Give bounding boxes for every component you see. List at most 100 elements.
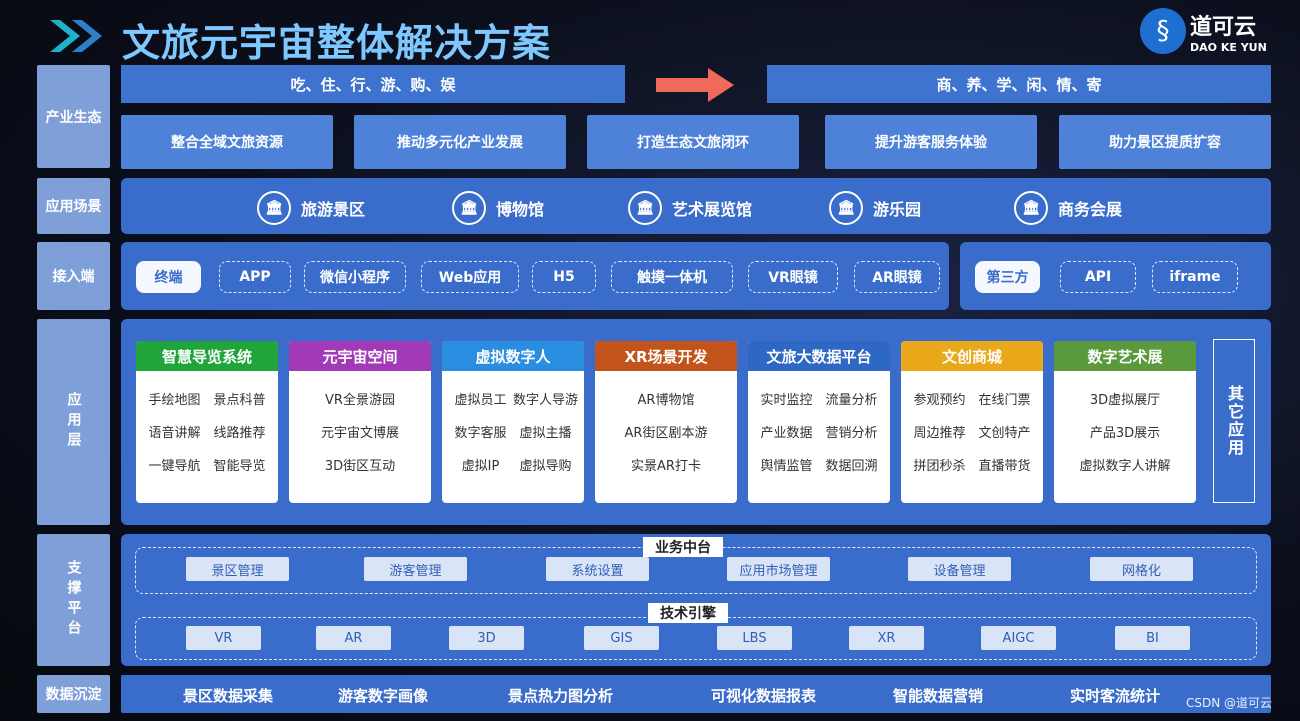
chevron-logo-icon [48, 18, 108, 58]
app-item: 3D街区互动 [324, 459, 396, 474]
app-item: 参观预约 [913, 393, 966, 408]
app-item: 数据回溯 [825, 459, 878, 474]
brand-swirl-icon: § [1140, 8, 1186, 54]
app-card-items: 虚拟员工 数字人导游 数字客服 虚拟主播 虚拟IP 虚拟导购 [442, 371, 584, 474]
app-item: 营销分析 [825, 426, 878, 441]
industry-left-bar: 吃、住、行、游、购、娱 [121, 65, 625, 103]
data-panel: 景区数据采集 游客数字画像 景点热力图分析 可视化数据报表 智能数据营销 实时客… [121, 675, 1271, 713]
data-item: 可视化数据报表 [711, 687, 817, 705]
terminal-chip: AR眼镜 [854, 261, 940, 293]
app-item: 直播带货 [978, 459, 1031, 474]
app-card-title: 虚拟数字人 [442, 341, 584, 371]
data-item: 智能数据营销 [893, 687, 984, 705]
scene-panel: 🏛 旅游景区 🏛 博物馆 🏛 艺术展览馆 🏛 游乐园 🏛 商务会展 [121, 178, 1271, 234]
app-item: 手绘地图 [148, 393, 201, 408]
app-card-xr: XR场景开发 AR博物馆 AR街区剧本游 实景AR打卡 [595, 341, 737, 503]
business-pill: 系统设置 [546, 557, 649, 581]
tech-pill: LBS [717, 626, 792, 650]
app-item: 3D虚拟展厅 [1089, 393, 1161, 408]
third-party-label: 第三方 [975, 261, 1040, 293]
scene-item: 🏛 旅游景区 [257, 191, 365, 225]
third-party-chip: iframe [1152, 261, 1238, 293]
tech-dash-box [135, 617, 1257, 660]
business-title: 业务中台 [643, 537, 723, 557]
industry-box-4: 提升游客服务体验 [825, 115, 1037, 169]
scene-label: 旅游景区 [301, 200, 366, 219]
data-item: 景区数据采集 [183, 687, 274, 705]
app-item: 实时监控 [760, 393, 813, 408]
data-item: 景点热力图分析 [508, 687, 614, 705]
industry-right-bar: 商、养、学、闲、情、寄 [767, 65, 1271, 103]
tech-pill: BI [1115, 626, 1190, 650]
terminal-chip: 触摸一体机 [611, 261, 733, 293]
scene-label: 游乐园 [873, 200, 922, 219]
business-pill: 景区管理 [186, 557, 289, 581]
app-item: 元宇宙文博展 [320, 426, 399, 441]
business-pill: 网格化 [1090, 557, 1193, 581]
app-item: 流量分析 [825, 393, 878, 408]
app-item: 虚拟员工 [454, 393, 507, 408]
row-label-data: 数据沉淀 [37, 675, 110, 713]
app-card-items: 3D虚拟展厅 产品3D展示 虚拟数字人讲解 [1054, 371, 1196, 474]
app-item: 虚拟IP [461, 459, 500, 474]
app-card-mall: 文创商城 参观预约 在线门票 周边推荐 文创特产 拼团秒杀 直播带货 [901, 341, 1043, 503]
scene-label: 博物馆 [496, 200, 545, 219]
industry-box-1: 整合全域文旅资源 [121, 115, 333, 169]
row-label-scene: 应用场景 [37, 178, 110, 234]
app-card-items: 手绘地图 景点科普 语音讲解 线路推荐 一键导航 智能导览 [136, 371, 278, 474]
row-label-access: 接入端 [37, 242, 110, 310]
row-label-app: 应用层 [37, 319, 110, 525]
app-card-title: 文创商城 [901, 341, 1043, 371]
app-item: 景点科普 [213, 393, 266, 408]
brand-name: 道可云 [1190, 14, 1257, 40]
third-party-chip: API [1060, 261, 1136, 293]
museum-icon: 🏛 [829, 191, 863, 225]
app-card-title: XR场景开发 [595, 341, 737, 371]
tech-title: 技术引擎 [648, 603, 728, 623]
terminal-chip: H5 [532, 261, 596, 293]
app-panel: 智慧导览系统 手绘地图 景点科普 语音讲解 线路推荐 一键导航 智能导览 元宇宙空间 … [121, 319, 1271, 525]
arrow-right-icon [656, 68, 734, 106]
industry-box-3: 打造生态文旅闭环 [587, 115, 799, 169]
app-card-title: 元宇宙空间 [289, 341, 431, 371]
scene-item: 🏛 博物馆 [452, 191, 544, 225]
app-card-guide: 智慧导览系统 手绘地图 景点科普 语音讲解 线路推荐 一键导航 智能导览 [136, 341, 278, 503]
business-pill: 设备管理 [908, 557, 1011, 581]
museum-icon: 🏛 [452, 191, 486, 225]
tech-pill: GIS [584, 626, 659, 650]
app-card-items: 实时监控 流量分析 产业数据 营销分析 舆情监管 数据回溯 [748, 371, 890, 474]
app-item: 语音讲解 [148, 426, 201, 441]
app-item: 拼团秒杀 [913, 459, 966, 474]
app-item: 产业数据 [760, 426, 813, 441]
app-card-items: 参观预约 在线门票 周边推荐 文创特产 拼团秒杀 直播带货 [901, 371, 1043, 474]
brand-logo: § 道可云 DAO KE YUN [1140, 6, 1290, 56]
app-card-items: AR博物馆 AR街区剧本游 实景AR打卡 [595, 371, 737, 474]
terminal-label: 终端 [136, 261, 201, 293]
terminal-chip: VR眼镜 [748, 261, 838, 293]
business-pill: 应用市场管理 [727, 557, 830, 581]
app-item: 数字人导游 [513, 393, 579, 408]
app-card-digital-human: 虚拟数字人 虚拟员工 数字人导游 数字客服 虚拟主播 虚拟IP 虚拟导购 [442, 341, 584, 503]
support-panel: 业务中台 景区管理 游客管理 系统设置 应用市场管理 设备管理 网格化 技术引擎… [121, 534, 1271, 666]
scene-label: 商务会展 [1058, 200, 1123, 219]
app-item: 实景AR打卡 [631, 459, 701, 474]
app-card-items: VR全景游园 元宇宙文博展 3D街区互动 [289, 371, 431, 474]
app-card-title: 智慧导览系统 [136, 341, 278, 371]
app-item: 舆情监管 [760, 459, 813, 474]
museum-icon: 🏛 [1014, 191, 1048, 225]
scene-item: 🏛 商务会展 [1014, 191, 1122, 225]
museum-icon: 🏛 [628, 191, 662, 225]
app-item: 数字客服 [454, 426, 507, 441]
app-card-digital-art: 数字艺术展 3D虚拟展厅 产品3D展示 虚拟数字人讲解 [1054, 341, 1196, 503]
csdn-watermark: CSDN @道可云 [1186, 696, 1273, 710]
tech-pill: 3D [449, 626, 524, 650]
tech-pill: XR [849, 626, 924, 650]
row-label-support: 支撑平台 [37, 534, 110, 666]
app-item: 文创特产 [978, 426, 1031, 441]
app-item: 周边推荐 [913, 426, 966, 441]
industry-box-5: 助力景区提质扩容 [1059, 115, 1271, 169]
app-item: 虚拟数字人讲解 [1079, 459, 1171, 474]
app-item: 智能导览 [213, 459, 266, 474]
scene-item: 🏛 游乐园 [829, 191, 921, 225]
page-title: 文旅元宇宙整体解决方案 [122, 21, 552, 65]
